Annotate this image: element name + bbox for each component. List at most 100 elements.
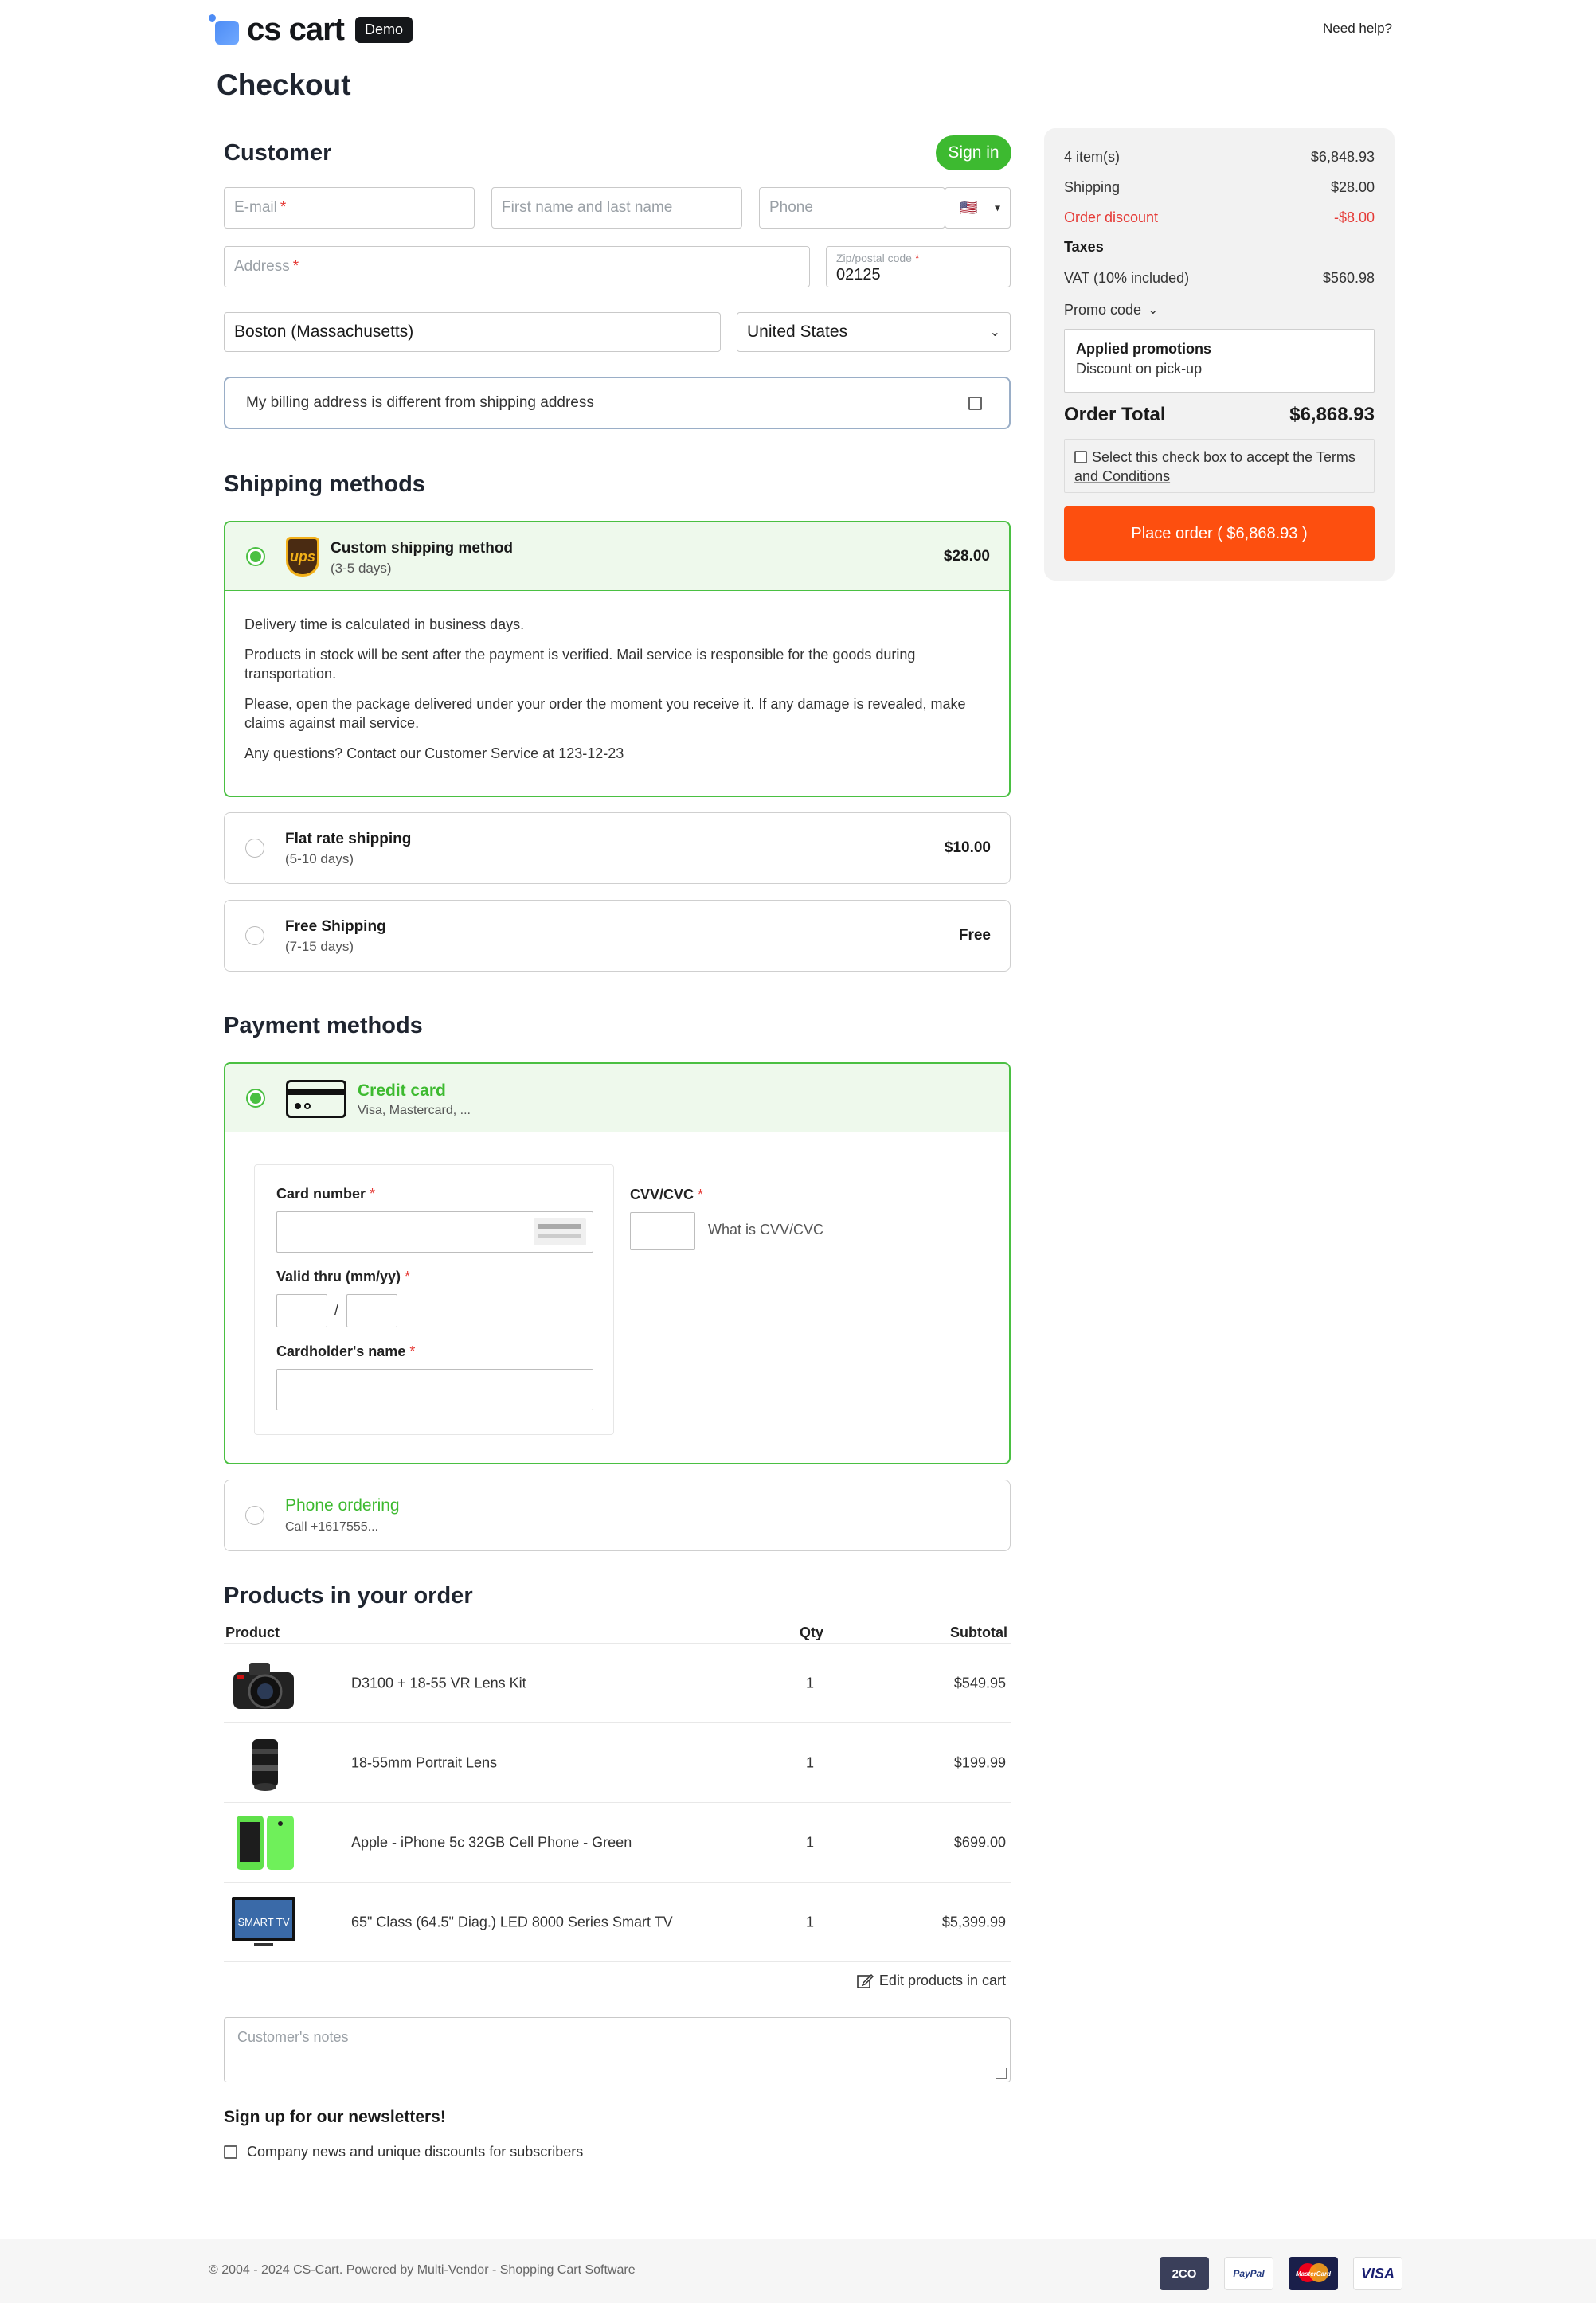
city-field[interactable]: Boston (Massachusetts) [224,312,721,352]
terms-checkbox[interactable] [1074,451,1087,463]
place-order-button[interactable]: Place order ( $6,868.93 ) [1064,506,1375,561]
cvv-input[interactable] [630,1212,695,1250]
col-header-qty: Qty [800,1625,824,1640]
lens-thumbnail[interactable] [230,1733,297,1793]
newsletter-option[interactable]: Company news and unique discounts for su… [224,2144,583,2160]
billing-different-checkbox[interactable] [968,397,982,410]
summary-taxes-heading: Taxes [1064,239,1104,255]
top-bar: cs cart Demo Need help? [0,0,1596,57]
product-qty: 1 [805,1834,814,1850]
logo-mark-icon [209,14,239,45]
shipping-radio[interactable] [245,839,264,858]
product-name[interactable]: D3100 + 18-55 VR Lens Kit [351,1675,526,1691]
product-qty: 1 [805,1675,814,1691]
cardholder-label: Cardholder's name * [276,1343,416,1359]
need-help-link[interactable]: Need help? [1323,21,1392,37]
address-placeholder: Address [234,258,290,275]
email-field[interactable]: E-mail * [224,187,475,229]
shipping-method-flat-rate[interactable]: Flat rate shipping (5-10 days) $10.00 [224,812,1011,884]
summary-discount-row: Order discount -$8.00 [1064,209,1375,225]
phone-field[interactable]: Phone [759,187,945,229]
cardholder-input[interactable] [276,1369,593,1410]
applied-promotions-box: Applied promotions Discount on pick-up [1064,329,1375,393]
payment-method-sub: Visa, Mastercard, ... [358,1104,471,1117]
expiry-year-input[interactable] [346,1294,397,1327]
country-select[interactable]: United States ⌄ [737,312,1011,352]
cs-cart-logo[interactable]: cs cart Demo [209,11,413,48]
edit-products-link[interactable]: Edit products in cart [857,1973,1006,1989]
country-value: United States [747,323,848,341]
shipping-method-custom[interactable]: ups Custom shipping method (3-5 days) $2… [224,521,1011,797]
shipping-method-free[interactable]: Free Shipping (7-15 days) Free [224,900,1011,972]
promotions-detail: Discount on pick-up [1076,361,1203,377]
camera-thumbnail[interactable] [230,1653,297,1714]
payment-method-credit-card[interactable]: Credit card Visa, Mastercard, ... Card n… [224,1062,1011,1464]
payment-radio[interactable] [245,1506,264,1525]
table-divider [224,1961,1011,1962]
resize-grip-icon[interactable] [996,2068,1007,2079]
zip-value: 02125 [836,266,881,283]
cvv-help-link[interactable]: What is CVV/CVC [708,1222,823,1238]
chevron-down-icon: ⌄ [1148,303,1159,317]
required-mark: * [280,199,287,216]
shipping-desc-line: Any questions? Contact our Customer Serv… [244,745,624,761]
order-total-row: Order Total $6,868.93 [1064,404,1375,425]
svg-text:SMART TV: SMART TV [237,1916,289,1928]
product-name[interactable]: Apple - iPhone 5c 32GB Cell Phone - Gree… [351,1834,632,1851]
edit-icon [857,1973,874,1988]
valid-thru-label: Valid thru (mm/yy) * [276,1269,411,1284]
cvv-label: CVV/CVC * [630,1187,704,1202]
phone-country-select[interactable]: 🇺🇸 ▾ [945,187,1011,229]
ups-logo-icon: ups [286,537,319,577]
shipping-desc-line: Please, open the package delivered under… [244,696,966,731]
shipping-description: Delivery time is calculated in business … [225,591,1009,790]
newsletter-title: Sign up for our newsletters! [224,2108,446,2126]
caret-down-icon: ▾ [994,201,1000,214]
address-field[interactable]: Address * [224,246,810,287]
payment-method-phone[interactable]: Phone ordering Call +1617555... [224,1480,1011,1551]
newsletter-checkbox[interactable] [224,2145,237,2159]
payment-method-name: Phone ordering [285,1496,400,1515]
shipping-radio[interactable] [245,926,264,945]
product-subtotal: $549.95 [953,1675,1006,1691]
sign-in-button[interactable]: Sign in [936,135,1011,170]
expiry-separator: / [334,1302,339,1318]
tv-thumbnail[interactable]: SMART TV [230,1892,297,1953]
billing-different-toggle[interactable]: My billing address is different from shi… [224,377,1011,429]
shipping-method-days: (3-5 days) [331,561,392,576]
product-name[interactable]: 18-55mm Portrait Lens [351,1754,497,1771]
required-mark: * [292,258,299,275]
chevron-down-icon: ⌄ [989,326,1000,339]
zip-field[interactable]: Zip/postal code * 02125 [826,246,1011,287]
terms-text: Select this check box to accept the [1092,449,1313,465]
shipping-section-title: Shipping methods [224,471,425,497]
product-subtotal: $699.00 [953,1834,1006,1850]
customer-section-title: Customer [224,140,332,166]
phone-thumbnail[interactable] [230,1812,297,1873]
newsletter-option-label: Company news and unique discounts for su… [247,2144,584,2160]
product-name[interactable]: 65" Class (64.5" Diag.) LED 8000 Series … [351,1914,673,1930]
payment-radio-selected[interactable] [246,1088,265,1108]
2co-logo: 2CO [1160,2257,1209,2290]
shipping-radio-selected[interactable] [246,546,265,566]
mastercard-logo: MasterCard [1289,2257,1338,2290]
expiry-month-input[interactable] [276,1294,327,1327]
footer: © 2004 - 2024 CS-Cart. Powered by Multi-… [0,2239,1596,2303]
zip-label: Zip/postal code * [836,252,920,264]
card-number-input[interactable] [276,1211,593,1253]
phone-placeholder: Phone [769,199,813,216]
email-placeholder: E-mail [234,199,277,216]
product-row: Apple - iPhone 5c 32GB Cell Phone - Gree… [224,1802,1011,1882]
us-flag-icon: 🇺🇸 [960,199,978,216]
customer-notes-textarea[interactable]: Customer's notes [224,2017,1011,2082]
name-field[interactable]: First name and last name [491,187,742,229]
shipping-method-price: $28.00 [943,547,990,565]
card-number-label: Card number * [276,1186,376,1202]
product-row: D3100 + 18-55 VR Lens Kit 1 $549.95 [224,1643,1011,1722]
shipping-desc-line: Products in stock will be sent after the… [244,647,916,682]
edit-products-label: Edit products in cart [878,1973,1006,1988]
shipping-method-price: Free [958,927,991,944]
notes-placeholder: Customer's notes [237,2029,349,2045]
promo-code-toggle[interactable]: Promo code ⌄ [1064,302,1375,319]
credit-card-icon [286,1080,346,1118]
